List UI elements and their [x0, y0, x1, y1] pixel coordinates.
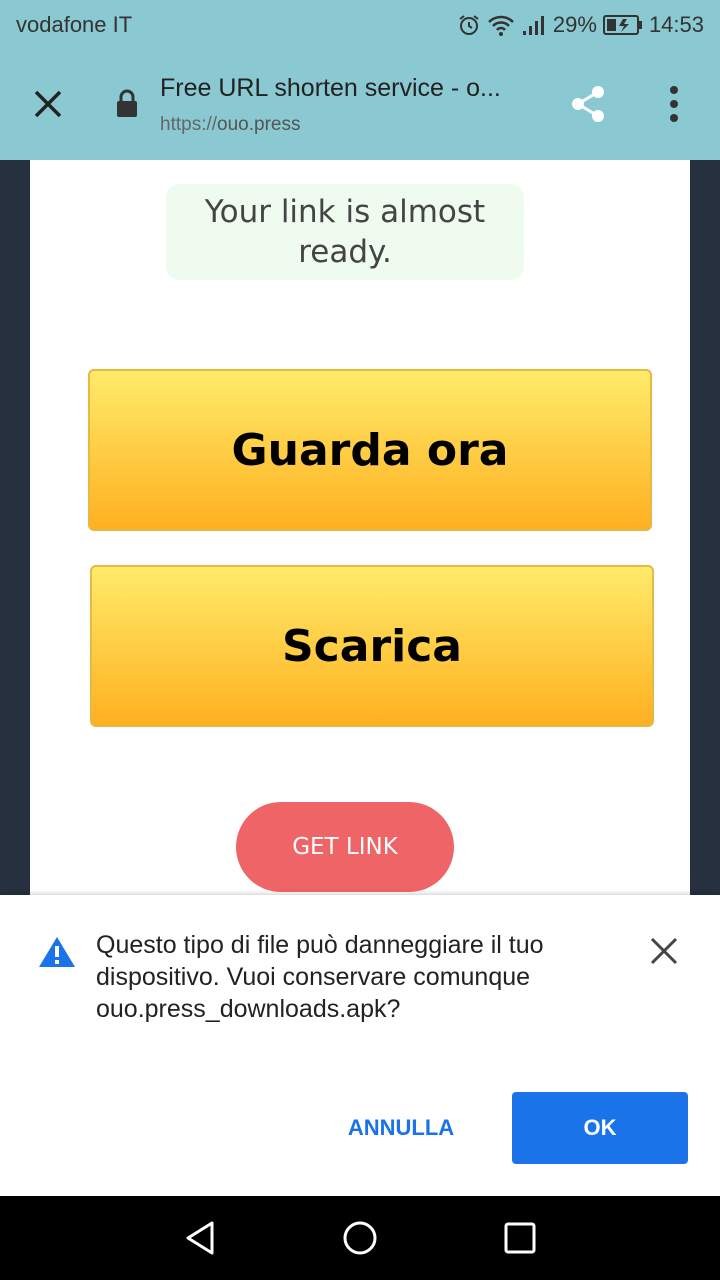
alarm-icon	[457, 13, 481, 37]
battery-icon	[602, 14, 643, 36]
link-ready-notice: Your link is almost ready.	[166, 184, 524, 280]
status-icons: 29% 14:53	[457, 12, 704, 38]
page-url: https://ouo.press	[160, 114, 300, 136]
page-title: Free URL shorten service - o...	[160, 74, 501, 102]
signal-icon	[521, 13, 547, 37]
wifi-icon	[487, 13, 515, 37]
close-icon[interactable]	[26, 82, 70, 126]
carrier-label: vodafone IT	[16, 12, 133, 37]
more-vert-icon[interactable]	[660, 82, 688, 131]
warning-icon	[38, 935, 76, 974]
custom-tab-toolbar: Free URL shorten service - o... https://…	[0, 52, 720, 160]
battery-percent: 29%	[552, 12, 597, 37]
cancel-button[interactable]: ANNULLA	[330, 1092, 472, 1164]
share-icon[interactable]	[566, 82, 610, 131]
download-warning-infobar: Questo tipo di file può danneggiare il t…	[0, 895, 720, 1196]
lock-icon	[114, 88, 140, 123]
status-bar: vodafone IT 29% 14:53	[0, 0, 720, 52]
close-icon[interactable]	[646, 933, 682, 974]
clock: 14:53	[648, 12, 704, 37]
get-link-button[interactable]: GET LINK	[236, 802, 454, 892]
back-icon[interactable]	[182, 1218, 222, 1263]
ok-button[interactable]: OK	[512, 1092, 688, 1164]
recents-icon[interactable]	[502, 1220, 538, 1261]
watch-now-button[interactable]: Guarda ora	[88, 369, 652, 531]
home-icon[interactable]	[340, 1218, 380, 1263]
web-content: Your link is almost ready. Guarda ora Sc…	[0, 160, 720, 895]
url-scheme: https://	[160, 114, 218, 135]
system-nav-bar	[0, 1196, 720, 1280]
warning-message: Questo tipo di file può danneggiare il t…	[96, 931, 544, 1023]
page-body: Your link is almost ready. Guarda ora Sc…	[30, 160, 690, 895]
download-button[interactable]: Scarica	[90, 565, 654, 727]
url-host: ouo.press	[217, 114, 301, 135]
